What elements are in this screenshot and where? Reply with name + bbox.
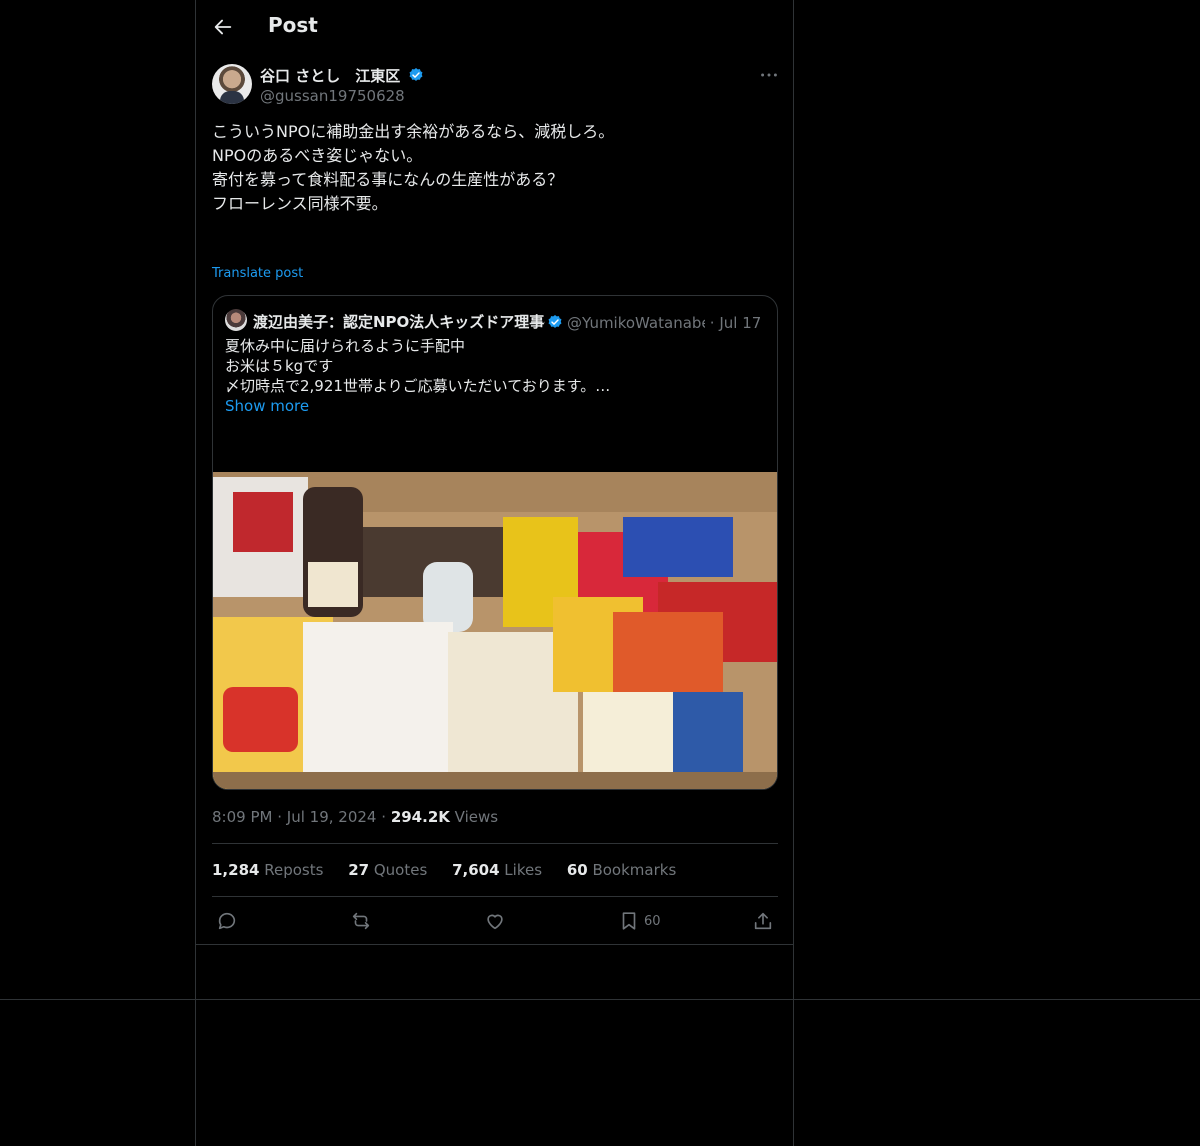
quote-author-handle[interactable]: @YumikoWatanabe_: [567, 314, 705, 332]
share-icon[interactable]: [752, 910, 774, 932]
divider: [212, 896, 778, 897]
verified-badge-icon: [410, 68, 423, 81]
quote-line: 夏休み中に届けられるように手配中: [225, 337, 466, 355]
quote-author-name[interactable]: 渡辺由美子：認定NPO法人キッズドア理事長: [253, 311, 545, 332]
soba-pack: [613, 612, 723, 692]
main-column: Post 谷口 さとし 江東区 @gussan19750628 こういうNPOに…: [195, 0, 794, 1146]
page-title: Post: [268, 13, 318, 37]
bookmarks-stat[interactable]: 60 Bookmarks: [567, 861, 676, 879]
post-meta: 8:09 PM · Jul 19, 2024 · 294.2K Views: [212, 808, 498, 826]
quotes-label: Quotes: [373, 861, 428, 879]
post-time[interactable]: 8:09 PM: [212, 808, 272, 826]
floor-shadow: [213, 772, 777, 789]
quoted-post[interactable]: 渡辺由美子：認定NPO法人キッズドア理事長 @YumikoWatanabe_ ·…: [212, 295, 778, 790]
divider: [212, 843, 778, 844]
separator-dot: ·: [381, 808, 387, 826]
author-name[interactable]: 谷口 さとし 江東区: [260, 65, 424, 86]
quote-author-avatar[interactable]: [225, 309, 247, 331]
vinegar-label: [308, 562, 358, 607]
back-arrow-icon[interactable]: [212, 16, 234, 38]
post-line: 寄付を募って食料配る事になんの生産性がある？: [212, 170, 564, 189]
quote-line: 〆切時点で2,921世帯よりご応募いただいております。…: [225, 377, 611, 395]
translate-post-link[interactable]: Translate post: [212, 266, 303, 281]
bookmark-action-count: 60: [644, 914, 661, 929]
post-line: NPOのあるべき姿じゃない。: [212, 146, 423, 165]
likes-label: Likes: [504, 861, 543, 879]
blue-snack-pack: [623, 517, 733, 577]
author-avatar[interactable]: [212, 64, 252, 104]
quotes-stat[interactable]: 27 Quotes: [348, 861, 427, 879]
bookmarks-count: 60: [566, 861, 588, 879]
author-handle[interactable]: @gussan19750628: [260, 87, 405, 105]
views-count: 294.2K: [390, 808, 450, 826]
reposts-label: Reposts: [264, 861, 324, 879]
divider: [196, 944, 793, 945]
rice-bag-label: [233, 492, 293, 552]
author-display-name[interactable]: 谷口 さとし 江東区: [260, 67, 400, 85]
quote-line: お米は５kgです: [225, 357, 334, 375]
reposts-stat[interactable]: 1,284 Reposts: [212, 861, 323, 879]
top-bar: Post: [196, 0, 793, 53]
quotes-count: 27: [348, 861, 370, 879]
quote-header: 渡辺由美子：認定NPO法人キッズドア理事長 @YumikoWatanabe_ ·…: [253, 311, 773, 332]
views-label: Views: [454, 808, 499, 826]
verified-badge-icon: [548, 315, 562, 328]
likes-stat[interactable]: 7,604 Likes: [452, 861, 542, 879]
post-text: こういうNPOに補助金出す余裕があるなら、減税しろ。 NPOのあるべき姿じゃない…: [212, 120, 772, 216]
separator-dot: ·: [709, 314, 715, 332]
red-mug-illustration: [223, 687, 298, 752]
repost-icon[interactable]: [350, 910, 372, 932]
food-package-photo[interactable]: [213, 472, 777, 790]
reply-icon[interactable]: [216, 910, 238, 932]
engagement-stats: 1,284 Reposts 27 Quotes 7,604 Likes 60 B…: [212, 861, 696, 879]
like-icon[interactable]: [484, 910, 506, 932]
post-line: こういうNPOに補助金出す余裕があるなら、減税しろ。: [212, 122, 615, 141]
show-more-link[interactable]: Show more: [225, 396, 765, 416]
quote-text: 夏休み中に届けられるように手配中 お米は５kgです 〆切時点で2,921世帯より…: [225, 336, 765, 416]
letter-sheet: [303, 622, 453, 772]
quote-date[interactable]: Jul 17: [719, 314, 761, 332]
page-divider: [0, 999, 1200, 1000]
bookmarks-label: Bookmarks: [592, 861, 677, 879]
separator-dot: ·: [277, 808, 283, 826]
post-line: フローレンス同様不要。: [212, 194, 388, 213]
reposts-count: 1,284: [212, 861, 260, 879]
more-options-icon[interactable]: [758, 64, 780, 86]
water-bottle: [423, 562, 473, 632]
bookmark-icon[interactable]: [618, 910, 640, 932]
post-date[interactable]: Jul 19, 2024: [287, 808, 377, 826]
likes-count: 7,604: [452, 861, 500, 879]
